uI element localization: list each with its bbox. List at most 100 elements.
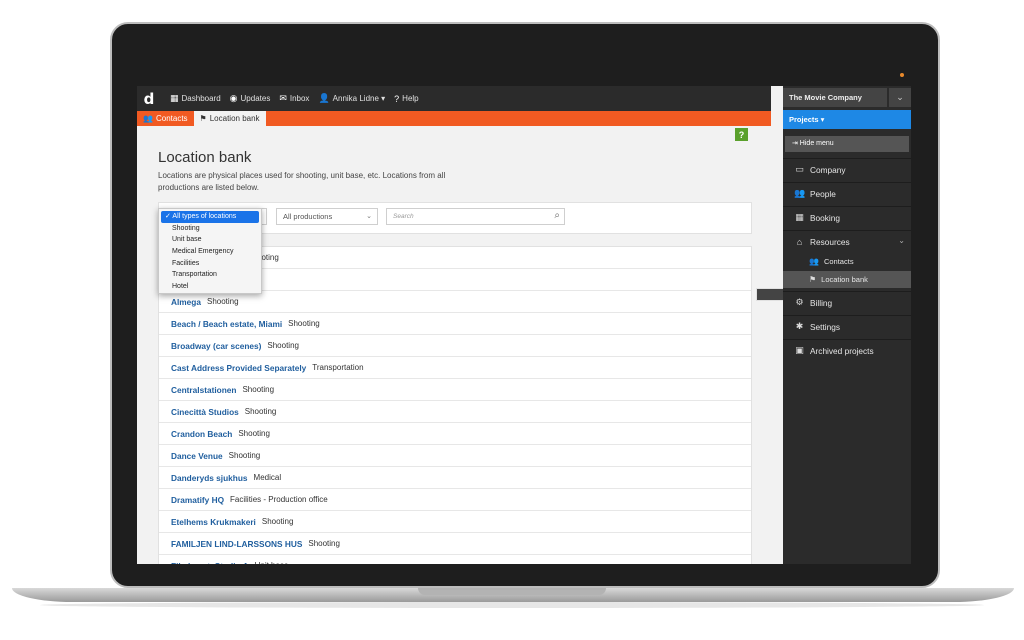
archive-icon: ▣ bbox=[795, 345, 804, 355]
sidebar-item-billing[interactable]: ⚙ Billing bbox=[783, 291, 911, 313]
production-select-value: All productions bbox=[283, 212, 333, 221]
table-row[interactable]: Danderyds sjukhus Medical bbox=[159, 467, 751, 489]
sidebar-subitem-location-bank[interactable]: ⚑ Location bank bbox=[783, 271, 911, 288]
company-select[interactable]: The Movie Company bbox=[783, 88, 887, 107]
sidebar-item-company[interactable]: ▭ Company bbox=[783, 158, 911, 180]
table-row[interactable]: Almega Shooting bbox=[159, 291, 751, 313]
search-placeholder: Search bbox=[393, 213, 414, 220]
location-name-link[interactable]: FAMILJEN LIND-LARSSONS HUS bbox=[171, 539, 302, 549]
nav-updates[interactable]: ◉ Updates bbox=[230, 93, 271, 104]
table-row[interactable]: Cinecittà Studios Shooting bbox=[159, 401, 751, 423]
chevron-down-icon: ⌄ bbox=[366, 213, 372, 220]
location-type: Shooting bbox=[261, 517, 294, 526]
location-type-dropdown: ✓ All types of locations Shooting Unit bas… bbox=[158, 208, 262, 294]
nav-label: Annika Lidne ▾ bbox=[332, 94, 386, 103]
table-row[interactable]: Dance Venue Shooting bbox=[159, 445, 751, 467]
table-row[interactable]: Etelhems Krukmakeri Shooting bbox=[159, 511, 751, 533]
location-name-link[interactable]: Filmhuset, Studio A bbox=[171, 561, 249, 565]
chevron-down-icon[interactable]: ⌄ bbox=[889, 88, 911, 107]
tab-location-bank[interactable]: ⚑ Location bank bbox=[193, 111, 266, 126]
tab-contacts[interactable]: 👥 Contacts bbox=[137, 111, 194, 126]
nav-help[interactable]: ? Help bbox=[394, 94, 418, 104]
location-name-link[interactable]: Crandon Beach bbox=[171, 429, 232, 439]
question-icon[interactable]: ? bbox=[735, 128, 748, 141]
sidebar-item-people[interactable]: 👥 People bbox=[783, 182, 911, 204]
location-name-link[interactable]: Centralstationen bbox=[171, 385, 236, 395]
search-input[interactable]: Search ⌕ bbox=[386, 208, 565, 225]
page-tools: ☰ ? bbox=[735, 128, 911, 301]
main-panel: d ▦ Dashboard ◉ Updates ✉ Inbox 👤 Annika… bbox=[137, 86, 911, 565]
sidebar-item-label: Billing bbox=[810, 297, 833, 308]
table-row[interactable]: Centralstationen Shooting bbox=[159, 379, 751, 401]
nav-label: Inbox bbox=[289, 94, 310, 103]
nav-user-menu[interactable]: 👤 Annika Lidne ▾ bbox=[318, 93, 385, 104]
location-name-link[interactable]: Dramatify HQ bbox=[171, 495, 224, 505]
coins-icon: ⚙ bbox=[795, 297, 804, 307]
production-select[interactable]: All productions ⌄ bbox=[276, 208, 378, 225]
dropdown-option[interactable]: Transportation bbox=[159, 269, 261, 281]
location-type: Shooting bbox=[244, 407, 277, 416]
location-name-link[interactable]: Cinecittà Studios bbox=[171, 407, 239, 417]
location-name-link[interactable]: Beach / Beach estate, Miami bbox=[171, 319, 282, 329]
people-icon: 👥 bbox=[794, 188, 806, 198]
sidebar-item-label: Booking bbox=[810, 212, 840, 223]
table-row[interactable]: Filmhuset, Studio A Unit base bbox=[159, 555, 751, 565]
laptop-base-notch bbox=[418, 588, 606, 595]
right-sidebar: The Movie Company ⌄ Projects ▾ ⇥ Hide me… bbox=[783, 86, 911, 564]
sidebar-item-booking[interactable]: ▦ Booking bbox=[783, 206, 911, 228]
hide-menu-button[interactable]: ⇥ Hide menu bbox=[785, 136, 909, 152]
nav-dashboard[interactable]: ▦ Dashboard bbox=[170, 93, 221, 104]
top-navbar: d ▦ Dashboard ◉ Updates ✉ Inbox 👤 Annika… bbox=[137, 86, 771, 111]
sidebar-item-archived-projects[interactable]: ▣ Archived projects bbox=[783, 339, 911, 361]
sidebar-subitem-label: Contacts bbox=[823, 257, 854, 266]
briefcase-icon: ▭ bbox=[795, 164, 804, 174]
calendar-icon: ▦ bbox=[795, 212, 804, 222]
contacts-icon: 👥 bbox=[809, 257, 819, 266]
location-name-link[interactable]: Dance Venue bbox=[171, 451, 223, 461]
inbox-icon: ✉ bbox=[279, 93, 287, 103]
sidebar-item-label: Archived projects bbox=[810, 345, 874, 356]
table-row[interactable]: FAMILJEN LIND-LARSSONS HUS Shooting bbox=[159, 533, 751, 555]
laptop-shadow bbox=[40, 602, 984, 608]
location-type: Shooting bbox=[206, 297, 239, 306]
tab-label: Location bank bbox=[209, 114, 260, 123]
sidebar-subitem-contacts[interactable]: 👥 Contacts bbox=[783, 253, 911, 270]
nav-inbox[interactable]: ✉ Inbox bbox=[279, 93, 309, 104]
location-type: Medical bbox=[253, 473, 282, 482]
location-name-link[interactable]: Almega bbox=[171, 297, 201, 307]
page-description: Locations are physical places used for s… bbox=[158, 171, 446, 192]
user-icon: 👤 bbox=[318, 93, 330, 103]
location-name-link[interactable]: Danderyds sjukhus bbox=[171, 473, 248, 483]
dropdown-option[interactable]: Shooting bbox=[159, 223, 261, 235]
sidebar-item-label: Settings bbox=[810, 321, 840, 332]
table-row[interactable]: Beach / Beach estate, Miami Shooting bbox=[159, 313, 751, 335]
dropdown-option[interactable]: ✓ All types of locations bbox=[161, 211, 259, 223]
sidebar-item-resources[interactable]: ⌂ Resources ⌄ bbox=[783, 230, 911, 252]
location-flag-icon: ⚑ bbox=[199, 114, 207, 123]
location-name-link[interactable]: Broadway (car scenes) bbox=[171, 341, 261, 351]
dropdown-option[interactable]: Unit base bbox=[159, 234, 261, 246]
table-row[interactable]: Crandon Beach Shooting bbox=[159, 423, 751, 445]
location-type: Shooting bbox=[288, 319, 320, 328]
sidebar-item-label: Company bbox=[810, 164, 846, 175]
location-flag-icon: ⚑ bbox=[809, 275, 817, 284]
dropdown-option[interactable]: Hotel bbox=[159, 281, 261, 293]
location-type: Unit base bbox=[255, 561, 289, 564]
location-type: Transportation bbox=[312, 363, 364, 372]
nav-label: Updates bbox=[240, 94, 271, 103]
help-icon: ? bbox=[394, 93, 400, 104]
table-row[interactable]: Cast Address Provided Separately Transpor… bbox=[159, 357, 751, 379]
sidebar-item-settings[interactable]: ✱ Settings bbox=[783, 315, 911, 337]
dropdown-option[interactable]: Facilities bbox=[159, 258, 261, 270]
chevron-down-icon: ⌄ bbox=[898, 236, 905, 245]
dropdown-option[interactable]: Medical Emergency bbox=[159, 246, 261, 258]
table-row[interactable]: Broadway (car scenes) Shooting bbox=[159, 335, 751, 357]
gear-icon: ✱ bbox=[795, 321, 804, 331]
table-row[interactable]: Dramatify HQ Facilities - Production offi… bbox=[159, 489, 751, 511]
projects-menu[interactable]: Projects ▾ bbox=[783, 110, 911, 129]
module-tabbar: 👥 Contacts ⚑ Location bank bbox=[137, 111, 771, 126]
camera-dot bbox=[900, 73, 904, 77]
location-name-link[interactable]: Cast Address Provided Separately bbox=[171, 363, 306, 373]
location-name-link[interactable]: Etelhems Krukmakeri bbox=[171, 517, 256, 527]
app-logo[interactable]: d bbox=[137, 90, 161, 108]
